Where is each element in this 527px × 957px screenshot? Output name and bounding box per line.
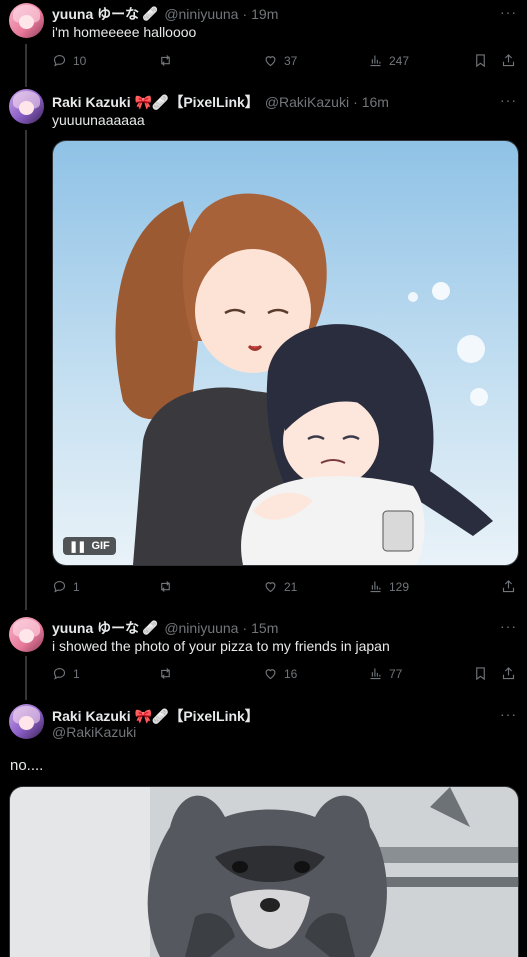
- like-icon: [265, 582, 276, 593]
- repost-button[interactable]: [158, 666, 179, 681]
- more-options-button[interactable]: ···: [500, 4, 517, 20]
- tweet-text: i'm homeeeee halloooo: [52, 24, 197, 40]
- repost-button[interactable]: [158, 53, 179, 68]
- like-button[interactable]: 37: [263, 53, 297, 68]
- avatar[interactable]: [9, 617, 44, 652]
- raccoon-image: [10, 787, 518, 957]
- bookmark-icon: [476, 667, 485, 681]
- gif-media[interactable]: [9, 786, 519, 957]
- action-bar: 1 21 129: [52, 579, 517, 599]
- tweet-text: yuuuunaaaaaa: [52, 112, 145, 128]
- action-bar: 10 37 247: [52, 53, 517, 73]
- reply-button[interactable]: 1: [52, 579, 80, 594]
- author-handle[interactable]: @niniyuuna: [164, 6, 238, 22]
- timestamp[interactable]: 19m: [251, 6, 278, 22]
- repost-button[interactable]: [158, 579, 179, 594]
- views-count: 247: [389, 53, 410, 68]
- reply-count: 1: [73, 579, 80, 594]
- repost-icon: [161, 55, 170, 66]
- author-handle[interactable]: @RakiKazuki: [52, 724, 136, 740]
- bookmark-button[interactable]: [473, 53, 488, 68]
- avatar[interactable]: [9, 3, 44, 38]
- author-handle[interactable]: @RakiKazuki: [265, 94, 349, 110]
- like-count: 37: [284, 53, 298, 68]
- views-icon: [370, 581, 381, 593]
- share-icon: [502, 54, 515, 67]
- views-icon: [370, 668, 381, 680]
- reply-count: 10: [73, 53, 87, 68]
- like-button[interactable]: 16: [263, 666, 297, 681]
- like-icon: [265, 669, 276, 680]
- tweet-1[interactable]: yuuna ゆーな 🩹 @niniyuuna · 19m ··· i'm hom…: [0, 0, 527, 84]
- share-button[interactable]: [501, 666, 516, 681]
- repost-icon: [161, 581, 170, 592]
- separator: ·: [242, 620, 248, 636]
- share-icon: [502, 580, 515, 593]
- repost-icon: [161, 668, 170, 679]
- timestamp[interactable]: 15m: [251, 620, 278, 636]
- timestamp[interactable]: 16m: [362, 94, 389, 110]
- author-name[interactable]: yuuna ゆーな: [52, 4, 139, 24]
- reply-icon: [53, 667, 66, 680]
- tweet-4[interactable]: Raki Kazuki 🎀🩹【PixelLink】 @RakiKazuki ··…: [0, 700, 527, 957]
- reply-button[interactable]: 1: [52, 666, 80, 681]
- tweet-3[interactable]: yuuna ゆーな 🩹 @niniyuuna · 15m ··· i showe…: [0, 614, 527, 698]
- like-icon: [265, 56, 276, 67]
- views-icon: [370, 55, 381, 67]
- tweet-text: no....: [10, 757, 44, 774]
- views-count: 77: [389, 666, 403, 681]
- views-count: 129: [389, 579, 410, 594]
- views-button[interactable]: 77: [368, 666, 402, 681]
- like-count: 16: [284, 666, 298, 681]
- share-button[interactable]: [501, 53, 516, 68]
- tweet-text: i showed the photo of your pizza to my f…: [52, 638, 390, 654]
- separator: ·: [353, 94, 358, 110]
- like-count: 21: [284, 579, 298, 594]
- share-icon: [502, 667, 515, 680]
- reply-icon: [53, 580, 66, 593]
- author-name[interactable]: yuuna ゆーな: [52, 618, 139, 638]
- anime-hug-gif: [53, 141, 518, 565]
- reply-count: 1: [73, 666, 80, 681]
- author-name[interactable]: Raki Kazuki 🎀🩹【PixelLink】: [52, 92, 259, 112]
- author-emoji: 🩹: [142, 620, 159, 635]
- more-options-button[interactable]: ···: [500, 92, 517, 108]
- author-name[interactable]: Raki Kazuki 🎀🩹【PixelLink】: [52, 706, 259, 726]
- more-options-button[interactable]: ···: [500, 706, 517, 722]
- avatar[interactable]: [9, 89, 44, 124]
- reply-button[interactable]: 10: [52, 53, 86, 68]
- gif-badge[interactable]: ❚❚ GIF: [63, 537, 116, 555]
- share-button[interactable]: [501, 579, 516, 594]
- like-button[interactable]: 21: [263, 579, 297, 594]
- author-emoji: 🩹: [142, 6, 159, 21]
- avatar[interactable]: [9, 704, 44, 739]
- action-bar: 1 16 77: [52, 666, 517, 686]
- pause-icon: ❚❚: [69, 540, 86, 553]
- gif-label: GIF: [91, 540, 110, 552]
- reply-icon: [53, 54, 66, 67]
- tweet-2[interactable]: Raki Kazuki 🎀🩹【PixelLink】 @RakiKazuki · …: [0, 86, 527, 606]
- gif-media[interactable]: ❚❚ GIF: [52, 140, 519, 566]
- bookmark-button[interactable]: [473, 666, 488, 681]
- views-button[interactable]: 247: [368, 53, 409, 68]
- more-options-button[interactable]: ···: [500, 618, 517, 634]
- separator: ·: [242, 6, 248, 22]
- bookmark-icon: [476, 54, 485, 68]
- author-handle[interactable]: @niniyuuna: [164, 620, 238, 636]
- views-button[interactable]: 129: [368, 579, 409, 594]
